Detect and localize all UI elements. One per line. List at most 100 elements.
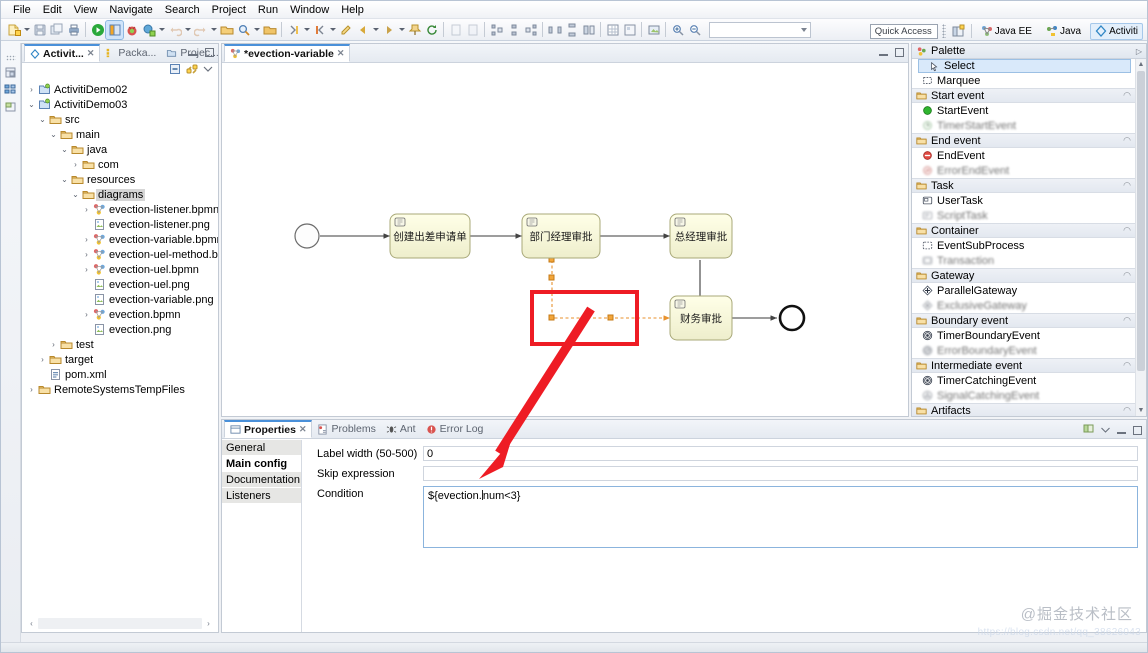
palette-item[interactable]: StartEvent — [912, 103, 1135, 118]
view-menu-icon[interactable] — [203, 64, 213, 77]
run-icon[interactable] — [89, 21, 106, 39]
save-icon[interactable] — [31, 21, 48, 39]
chevron-down-icon[interactable]: ⌄ — [26, 97, 37, 112]
tree-node[interactable]: ⌄ ActivitiDemo03 — [22, 97, 218, 112]
palette-list[interactable]: Select Marquee Start event ◠ StartEvent Timer… — [912, 59, 1135, 416]
profile-icon[interactable] — [140, 21, 157, 39]
properties-side-tab[interactable]: Main config — [222, 456, 301, 471]
tree-node[interactable]: pom.xml — [22, 367, 218, 382]
forward-dropdown-icon[interactable] — [397, 21, 406, 39]
perspective-activiti[interactable]: Activiti — [1090, 22, 1143, 40]
chevron-down-icon[interactable]: ⌄ — [48, 127, 59, 142]
toggle-view-icon[interactable] — [105, 19, 124, 40]
editor-tab-evection-variable[interactable]: *evection-variable ✕ — [224, 44, 351, 62]
palette-item[interactable]: ParallelGateway — [912, 283, 1135, 298]
palette-item[interactable]: UserTask — [912, 193, 1135, 208]
next-annotation-dropdown-icon[interactable] — [302, 21, 311, 39]
palette-item[interactable]: ExclusiveGateway — [912, 298, 1135, 313]
palette-item[interactable]: EventSubProcess — [912, 238, 1135, 253]
palette-group-pin-icon[interactable]: ◠ — [1123, 315, 1131, 326]
new-java-file-icon[interactable] — [447, 21, 464, 39]
debug-icon[interactable] — [123, 21, 140, 39]
palette-item[interactable]: SignalCatchingEvent — [912, 388, 1135, 403]
palette-collapse-icon[interactable]: ▷ — [1136, 47, 1142, 56]
minimize-icon[interactable] — [188, 47, 199, 58]
zoom-in-icon[interactable] — [669, 21, 686, 39]
tree-node[interactable]: › evection-uel-method.bpmn — [22, 247, 218, 262]
palette-group-pin-icon[interactable]: ◠ — [1123, 360, 1131, 371]
palette-group-pin-icon[interactable]: ◠ — [1123, 135, 1131, 146]
rail-project-explorer-icon[interactable] — [3, 99, 19, 114]
palette-item[interactable]: Select — [918, 59, 1131, 73]
palette-scrollbar[interactable]: ▲ ▼ — [1135, 59, 1146, 416]
new-wizard-icon[interactable] — [5, 21, 22, 39]
distribute-vertical-icon[interactable] — [563, 21, 580, 39]
refresh-icon[interactable] — [423, 21, 440, 39]
menu-item-navigate[interactable]: Navigate — [103, 3, 158, 17]
new-wizard-dropdown-icon[interactable] — [22, 21, 31, 39]
match-size-icon[interactable] — [580, 21, 597, 39]
rail-package-explorer-icon[interactable] — [3, 82, 19, 97]
palette-item[interactable]: ScriptTask — [912, 208, 1135, 223]
palette-item[interactable]: Marquee — [912, 73, 1135, 88]
chevron-down-icon[interactable]: ⌄ — [59, 142, 70, 157]
tab-error-log[interactable]: Error Log — [421, 420, 489, 438]
tree-node[interactable]: ⌄ src — [22, 112, 218, 127]
align-center-icon[interactable] — [505, 21, 522, 39]
palette-group-header[interactable]: Intermediate event ◠ — [912, 358, 1135, 373]
grid-icon[interactable] — [604, 21, 621, 39]
tab-activiti-explorer[interactable]: Activit... ✕ — [24, 44, 101, 62]
tree-node[interactable]: › com — [22, 157, 218, 172]
previous-annotation-dropdown-icon[interactable] — [328, 21, 337, 39]
minimize-icon[interactable] — [878, 47, 889, 58]
menu-item-run[interactable]: Run — [252, 3, 284, 17]
scroll-left-icon[interactable]: ‹ — [26, 618, 37, 629]
chevron-right-icon[interactable]: › — [81, 262, 92, 277]
menu-item-file[interactable]: File — [7, 3, 37, 17]
tab-package-explorer[interactable]: Packa... — [100, 44, 161, 62]
tree-node[interactable]: › evection-uel.bpmn — [22, 262, 218, 277]
open-type-icon[interactable] — [218, 21, 235, 39]
back-dropdown-icon[interactable] — [371, 21, 380, 39]
open-perspective-icon[interactable] — [950, 22, 967, 40]
palette-item[interactable]: TimerBoundaryEvent — [912, 328, 1135, 343]
tree-node[interactable]: ⌄ main — [22, 127, 218, 142]
rail-grip[interactable] — [5, 55, 16, 61]
palette-group-pin-icon[interactable]: ◠ — [1123, 180, 1131, 191]
tree-node[interactable]: evection-listener.png — [22, 217, 218, 232]
print-icon[interactable] — [65, 21, 82, 39]
chevron-right-icon[interactable]: › — [26, 382, 37, 397]
close-icon[interactable]: ✕ — [87, 48, 95, 59]
palette-item[interactable]: TimerStartEvent — [912, 118, 1135, 133]
maximize-icon[interactable] — [1132, 425, 1143, 436]
menu-item-window[interactable]: Window — [284, 3, 335, 17]
maximize-icon[interactable] — [894, 47, 905, 58]
chevron-right-icon[interactable]: › — [81, 307, 92, 322]
palette-group-pin-icon[interactable]: ◠ — [1123, 90, 1131, 101]
distribute-horizontal-icon[interactable] — [546, 21, 563, 39]
previous-annotation-icon[interactable] — [311, 21, 328, 39]
palette-group-header[interactable]: Start event ◠ — [912, 88, 1135, 103]
snap-grid-icon[interactable] — [621, 21, 638, 39]
tree-node[interactable]: › test — [22, 337, 218, 352]
pin-view-icon[interactable] — [1083, 423, 1095, 438]
zoom-level-combo[interactable] — [709, 21, 811, 38]
scroll-thumb[interactable] — [1137, 71, 1145, 371]
chevron-down-icon[interactable]: ⌄ — [59, 172, 70, 187]
skip-expression-input[interactable] — [423, 466, 1138, 481]
perspective-java[interactable]: Java — [1041, 23, 1086, 40]
chevron-right-icon[interactable]: › — [81, 232, 92, 247]
tab-properties[interactable]: Properties ✕ — [224, 420, 313, 438]
tree-node[interactable]: ⌄ diagrams — [22, 187, 218, 202]
tree-node[interactable]: › evection-listener.bpmn — [22, 202, 218, 217]
new-class-icon[interactable] — [464, 21, 481, 39]
tab-ant[interactable]: Ant — [381, 420, 421, 438]
tree-node[interactable]: › target — [22, 352, 218, 367]
palette-item[interactable]: ErrorEndEvent — [912, 163, 1135, 178]
scroll-right-icon[interactable]: › — [203, 618, 214, 629]
collapse-all-icon[interactable] — [169, 63, 181, 78]
tree-node[interactable]: ⌄ java — [22, 142, 218, 157]
properties-side-tab[interactable]: Documentation — [222, 472, 301, 487]
palette-group-header[interactable]: End event ◠ — [912, 133, 1135, 148]
bpmn-canvas[interactable]: 创建出差申请单 部门经理审批 总经理审批 财务审批 — [222, 64, 908, 416]
